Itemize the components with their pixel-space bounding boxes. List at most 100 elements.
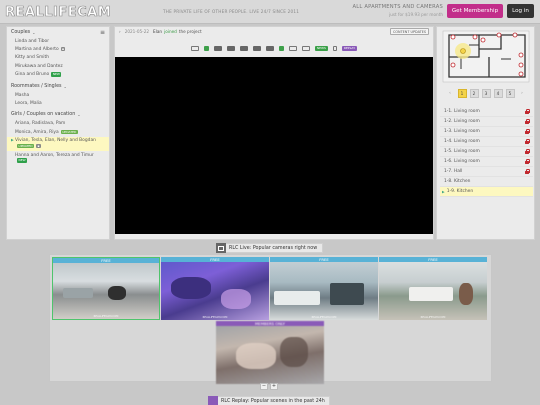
watermark: REALLIFECAM.COM [202, 316, 228, 319]
camera-item-active[interactable]: ▶ 1-9. Kitchen [440, 187, 533, 197]
free-label: FREE [53, 258, 159, 263]
room-label: Ariana, Radislava, Pam [15, 121, 66, 127]
room-label: Hanna and Aaron, Tereza and TimurNEW [15, 152, 94, 163]
page-button-5[interactable]: 5 [505, 89, 515, 98]
apartments-sidebar: Couples ⌄ ≡ Linda and Tibor Martina and … [6, 26, 110, 240]
live-camera-icon [216, 243, 226, 253]
camera-thumbnail[interactable]: FREE REALLIFECAM.COM [270, 257, 378, 320]
camera-item[interactable]: 1-4. Living room [440, 137, 533, 147]
floorplan-map[interactable] [441, 29, 531, 84]
top-bar: REALLIFECAM THE PRIVATE LIFE OF OTHER PE… [0, 0, 540, 24]
camera-item[interactable]: 1-1. Living room [440, 107, 533, 117]
layout-6-icon[interactable] [239, 45, 248, 51]
page-button-2[interactable]: 2 [469, 89, 479, 98]
section-couples[interactable]: Couples ⌄ ≡ [7, 27, 109, 37]
camera-label: 1-6. Living room [444, 159, 480, 164]
camera-label: 1-3. Living room [444, 129, 480, 134]
free-label: FREE [379, 257, 487, 262]
apartments-promo[interactable]: ALL APARTMENTS AND CAMERAS just for $19.… [353, 4, 443, 17]
layout-8-icon[interactable] [252, 45, 261, 51]
replay-button[interactable]: REPLAY [341, 45, 358, 51]
eye-icon[interactable] [288, 45, 297, 51]
page-button-4[interactable]: 4 [493, 89, 503, 98]
section-roommates[interactable]: Roommates / Singles ⌄ [7, 81, 109, 91]
info-icon[interactable] [332, 45, 337, 51]
new-badge: NEW [17, 158, 28, 163]
watermark: REALLIFECAM.COM [93, 315, 119, 318]
watermark: REALLIFECAM.COM [420, 316, 446, 319]
zoom-out-button[interactable]: − [260, 383, 268, 390]
layout-2-icon[interactable] [213, 45, 222, 51]
apartment-pager: ‹ 1 2 3 4 5 › [440, 89, 532, 99]
camera-badge-icon: ▪ [36, 143, 41, 149]
camera-label: 1-8. Kitchen [444, 179, 471, 184]
event-date: 2021-05-22 [124, 29, 150, 34]
content-updates-button[interactable]: CONTENT UPDATES [390, 28, 429, 35]
lock-icon [525, 149, 531, 155]
popular-cameras-header: RLC Live: Popular cameras right now [216, 243, 323, 253]
person-icon[interactable] [278, 45, 284, 51]
active-arrow-icon: ▶ [442, 189, 445, 194]
section-title: Couples [11, 29, 31, 35]
section-title: Roommates / Singles [11, 83, 62, 89]
layout-9-icon[interactable] [265, 45, 274, 51]
room-label: Linda and Tibor [15, 38, 50, 44]
menu-icon[interactable]: ≡ [100, 29, 105, 36]
fullscreen-icon[interactable] [301, 45, 310, 51]
members-only-thumbnail[interactable]: MEMBERS ONLY [216, 321, 324, 384]
page-button-3[interactable]: 3 [481, 89, 491, 98]
section-vacation[interactable]: Girls / Couples on vacation ⌄ [7, 110, 109, 120]
room-item[interactable]: Mirukawa and Dantez [7, 62, 109, 70]
replay-icon [208, 396, 218, 405]
camera-label: 1-5. Living room [444, 149, 480, 154]
room-item[interactable]: Linda and Tibor [7, 37, 109, 45]
page-button-1[interactable]: 1 [457, 89, 467, 98]
free-label: FREE [161, 257, 269, 262]
updated-badge: UPDATED [17, 143, 35, 149]
site-tagline: THE PRIVATE LIFE OF OTHER PEOPLE. LIVE 2… [163, 9, 300, 14]
room-label: Gina and Bruno [15, 72, 50, 78]
camera-item[interactable]: 1-2. Living room [440, 117, 533, 127]
camera-thumbnail[interactable]: FREE REALLIFECAM.COM [52, 257, 160, 320]
members-only-label: MEMBERS ONLY [216, 321, 324, 326]
lock-icon [525, 109, 531, 115]
camera-item[interactable]: 1-5. Living room [440, 147, 533, 157]
next-page-button[interactable]: › [518, 89, 527, 98]
lock-icon [525, 139, 531, 145]
apartments-title: ALL APARTMENTS AND CAMERAS [352, 4, 443, 10]
apartments-price: just for $19.93 per month [389, 12, 443, 17]
camera-item[interactable]: 1-3. Living room [440, 127, 533, 137]
room-label: Leora, Malia [15, 100, 42, 106]
room-item[interactable]: Kitty and Smith [7, 54, 109, 62]
room-item[interactable]: Gina and Bruno NEW [7, 71, 109, 79]
zoom-in-button[interactable]: + [270, 383, 278, 390]
room-item[interactable]: Masha [7, 91, 109, 99]
video-player[interactable] [115, 57, 433, 234]
prev-page-button[interactable]: ‹ [446, 89, 455, 98]
camera-item[interactable]: 1-6. Living room [440, 157, 533, 167]
popular-title: RLC Live: Popular cameras right now [229, 245, 318, 251]
event-name[interactable]: Elan [153, 29, 162, 34]
layout-1-icon[interactable] [203, 45, 209, 51]
room-item[interactable]: Leora, Malia [7, 99, 109, 107]
event-action: joined [164, 29, 177, 34]
site-logo[interactable]: REALLIFECAM [5, 5, 111, 21]
get-membership-button[interactable]: Get Membership [447, 4, 503, 18]
room-label: Vivian, Tesla, Elan, Nelly and BogdanUPD… [15, 138, 96, 149]
room-item[interactable]: Martina and Alberto ▪ [7, 45, 109, 53]
camera-item[interactable]: 1-7. Hall [440, 167, 533, 177]
news-button[interactable]: NEWS [314, 45, 328, 51]
replay-title: RLC Replay: Popular scenes in the past 2… [221, 398, 325, 404]
single-view-icon[interactable] [190, 45, 199, 51]
room-item[interactable]: Hanna and Aaron, Tereza and TimurNEW [7, 151, 109, 166]
chevron-right-icon[interactable]: › [119, 29, 121, 34]
camera-item[interactable]: 1-8. Kitchen [440, 177, 533, 187]
room-item[interactable]: Ariana, Radislava, Pam [7, 120, 109, 128]
room-item[interactable]: Monica, Amira, Riya UPDATED [7, 128, 109, 136]
login-button[interactable]: Log in [507, 4, 534, 18]
layout-4-icon[interactable] [226, 45, 235, 51]
watermark: REALLIFECAM.COM [311, 316, 337, 319]
camera-thumbnail[interactable]: FREE REALLIFECAM.COM [379, 257, 487, 320]
room-item-active[interactable]: ▶ Vivian, Tesla, Elan, Nelly and BogdanU… [7, 136, 109, 152]
camera-thumbnail[interactable]: FREE REALLIFECAM.COM [161, 257, 269, 320]
